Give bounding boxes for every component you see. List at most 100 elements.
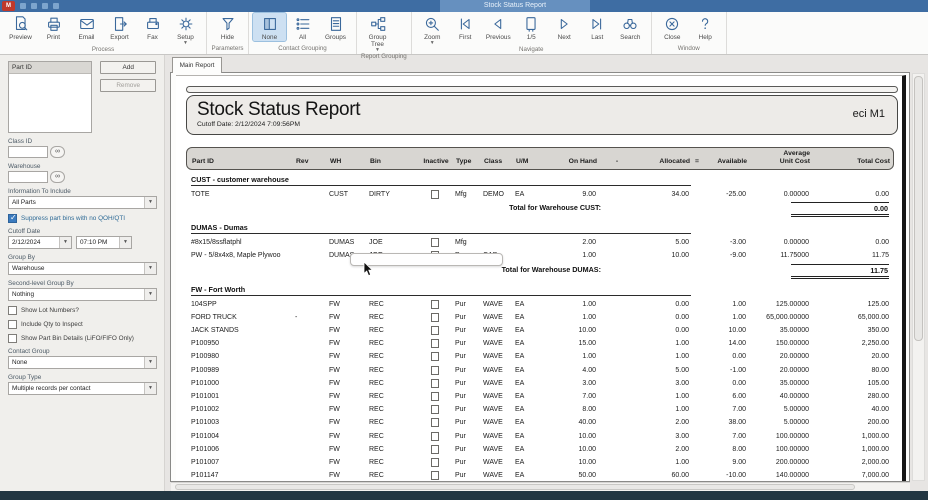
binoculars-lookup-icon[interactable]: ∞ <box>50 171 65 183</box>
group-type-select[interactable]: Multiple records per contact ▼ <box>8 382 157 395</box>
ribbon-button-all[interactable]: All <box>286 13 319 41</box>
second-group-by-select[interactable]: Nothing ▼ <box>8 288 157 301</box>
table-row[interactable]: PW - 5/8x4x8, Maple PlywooDUMASJOEPurCAB… <box>191 249 889 262</box>
chevron-down-icon[interactable]: ▼ <box>144 263 156 274</box>
cell: Mfg <box>455 188 483 201</box>
ribbon-group-process: PreviewPrintEmailExportFaxSetup▼Process <box>0 12 207 54</box>
add-button[interactable]: Add <box>100 61 156 74</box>
warehouse-input[interactable] <box>8 171 48 183</box>
quick-access-toolbar[interactable] <box>20 3 59 9</box>
ribbon-button-print[interactable]: Print <box>37 13 70 41</box>
ribbon-button-next[interactable]: Next <box>548 13 581 41</box>
inactive-checkbox[interactable] <box>431 313 439 322</box>
ribbon-button-previous[interactable]: Previous <box>482 13 515 41</box>
table-row[interactable]: P101003FWRECPurWAVEEA40.002.0038.005.000… <box>191 416 889 429</box>
m1-app-icon[interactable]: M <box>2 1 15 11</box>
table-row[interactable]: P101001FWRECPurWAVEEA7.001.006.0040.0000… <box>191 390 889 403</box>
ribbon-button-zoom[interactable]: Zoom▼ <box>416 13 449 45</box>
table-row[interactable]: #8x15/8ssflatphlDUMASJOEMfg2.005.00-3.00… <box>191 236 889 249</box>
ribbon-button-setup[interactable]: Setup▼ <box>169 13 202 45</box>
cell: DIRTY <box>369 188 415 201</box>
chevron-down-icon[interactable]: ▼ <box>144 289 156 300</box>
inactive-checkbox[interactable] <box>431 418 439 427</box>
ribbon-button-search[interactable]: Search <box>614 13 647 41</box>
inactive-checkbox[interactable] <box>431 392 439 401</box>
report-viewport[interactable]: Stock Status Report Cutoff Date: 2/12/20… <box>170 72 910 482</box>
print-icon <box>45 15 63 33</box>
chevron-down-icon[interactable]: ▼ <box>144 383 156 394</box>
chevron-down-icon[interactable]: ▼ <box>144 197 156 208</box>
inactive-checkbox[interactable] <box>431 238 439 247</box>
cell: 150.00000 <box>746 337 809 350</box>
chevron-down-icon[interactable]: ▼ <box>119 237 131 248</box>
show-lot-numbers-checkbox[interactable] <box>8 306 17 315</box>
ribbon-button-none[interactable]: None <box>253 13 286 41</box>
qat-icon[interactable] <box>31 3 37 9</box>
title-bar: M Stock Status Report <box>0 0 928 12</box>
contact-group-select[interactable]: None ▼ <box>8 356 157 369</box>
ribbon-button-email[interactable]: Email <box>70 13 103 41</box>
inactive-checkbox[interactable] <box>431 326 439 335</box>
ribbon-button-group-tree[interactable]: Group Tree▼ <box>361 13 394 52</box>
qat-icon[interactable] <box>53 3 59 9</box>
ribbon-button-first[interactable]: First <box>449 13 482 41</box>
table-row[interactable]: P101004FWRECPurWAVEEA10.003.007.00100.00… <box>191 429 889 442</box>
table-row[interactable]: 104SPPFWRECPurWAVEEA1.000.001.00125.0000… <box>191 298 889 311</box>
table-row[interactable]: TOTECUSTDIRTYMfgDEMOEA9.0034.00-25.000.0… <box>191 188 889 201</box>
part-id-listbox[interactable]: Part ID <box>8 61 92 133</box>
inactive-checkbox[interactable] <box>431 458 439 467</box>
ribbon-button-groups[interactable]: Groups <box>319 13 352 41</box>
binoculars-lookup-icon[interactable]: ∞ <box>50 146 65 158</box>
table-row[interactable]: JACK STANDSFWRECPurWAVEEA10.000.0010.003… <box>191 324 889 337</box>
inactive-checkbox[interactable] <box>431 471 439 480</box>
suppress-bins-checkbox[interactable] <box>8 214 17 223</box>
table-row[interactable]: P100989FWRECPurWAVEEA4.005.00-1.0020.000… <box>191 364 889 377</box>
table-row[interactable]: P100950FWRECPurWAVEEA15.001.0014.00150.0… <box>191 337 889 350</box>
inactive-checkbox[interactable] <box>431 190 439 199</box>
ribbon-button-1-5[interactable]: 1/5 <box>515 13 548 41</box>
chevron-down-icon[interactable]: ▼ <box>59 237 71 248</box>
cutoff-time-select[interactable]: 07:10 PM ▼ <box>76 236 132 249</box>
ribbon-button-export[interactable]: Export <box>103 13 136 41</box>
table-row[interactable]: P101007FWRECPurWAVEEA10.001.009.00200.00… <box>191 456 889 469</box>
inactive-checkbox[interactable] <box>431 432 439 441</box>
table-row[interactable]: P101006FWRECPurWAVEEA10.002.008.00100.00… <box>191 443 889 456</box>
ribbon-button-close[interactable]: Close <box>656 13 689 41</box>
inactive-cell <box>415 379 455 388</box>
table-row[interactable]: P101000FWRECPurWAVEEA3.003.000.0035.0000… <box>191 377 889 390</box>
horizontal-scrollbar-thumb[interactable] <box>175 484 855 490</box>
qat-icon[interactable] <box>42 3 48 9</box>
cell: REC <box>369 456 415 469</box>
table-row[interactable]: P101002FWRECPurWAVEEA8.001.007.005.00000… <box>191 403 889 416</box>
info-to-include-select[interactable]: All Parts ▼ <box>8 196 157 209</box>
group-by-select[interactable]: Warehouse ▼ <box>8 262 157 275</box>
inactive-checkbox[interactable] <box>431 366 439 375</box>
vertical-scrollbar-thumb[interactable] <box>914 76 923 341</box>
show-part-bin-details-checkbox[interactable] <box>8 334 17 343</box>
cutoff-date-select[interactable]: 2/12/2024 ▼ <box>8 236 72 249</box>
ribbon-button-fax[interactable]: Fax <box>136 13 169 41</box>
ribbon-button-help[interactable]: Help <box>689 13 722 41</box>
table-row[interactable]: P100980FWRECPurWAVEEA1.001.000.0020.0000… <box>191 350 889 363</box>
include-qty-inspect-checkbox[interactable] <box>8 320 17 329</box>
inactive-checkbox[interactable] <box>431 339 439 348</box>
ribbon-button-hide[interactable]: Hide <box>211 13 244 41</box>
table-row[interactable]: FORD TRUCK-FWRECPurWAVEEA1.000.001.0065,… <box>191 311 889 324</box>
inactive-checkbox[interactable] <box>431 352 439 361</box>
cell: 105.00 <box>809 377 889 390</box>
horizontal-scrollbar[interactable] <box>171 482 910 491</box>
vertical-scrollbar[interactable] <box>912 73 925 481</box>
chevron-down-icon[interactable]: ▼ <box>144 357 156 368</box>
cell: Pur <box>455 456 483 469</box>
inactive-checkbox[interactable] <box>431 300 439 309</box>
table-row[interactable]: P101147FWRECPurWAVEEA50.0060.00-10.00140… <box>191 469 889 482</box>
ribbon-button-preview[interactable]: Preview <box>4 13 37 41</box>
inactive-checkbox[interactable] <box>431 405 439 414</box>
inactive-checkbox[interactable] <box>431 445 439 454</box>
inactive-checkbox[interactable] <box>431 379 439 388</box>
class-id-input[interactable] <box>8 146 48 158</box>
remove-button[interactable]: Remove <box>100 79 156 92</box>
tab-main-report[interactable]: Main Report <box>172 57 222 73</box>
ribbon-button-last[interactable]: Last <box>581 13 614 41</box>
qat-icon[interactable] <box>20 3 26 9</box>
